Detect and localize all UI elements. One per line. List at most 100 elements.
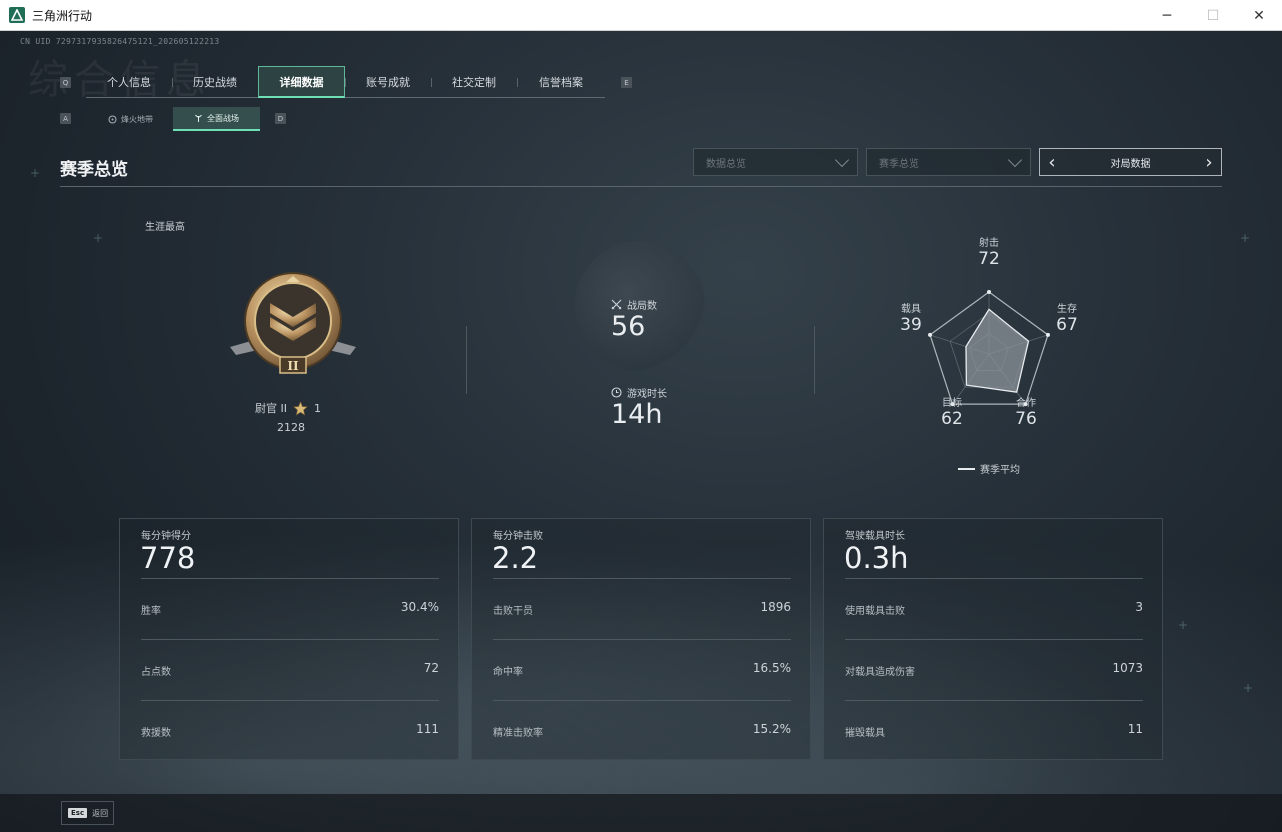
- pager-label: 对局数据: [1110, 158, 1151, 170]
- card-row: 胜率 30.4%: [141, 578, 439, 639]
- decor-plus-icon: +: [1178, 618, 1189, 632]
- bottom-bar: Esc 返回: [0, 794, 1282, 832]
- radar-label-survival: 生存: [1057, 304, 1077, 315]
- row-value: 15.2%: [752, 722, 791, 736]
- matches-value: 56: [611, 311, 646, 342]
- rank-badge-icon: II: [230, 272, 356, 374]
- playtime-label-text: 游戏时长: [627, 389, 667, 400]
- vertical-divider: [466, 326, 467, 394]
- data-pager: ‹ 对局数据 ›: [1039, 148, 1222, 176]
- matches-label-text: 战局数: [627, 301, 657, 312]
- stat-card-vehicle: 驾驶载具时长 0.3h 使用载具击败 3 对载具造成伤害 1073 摧毁载具 11: [823, 518, 1163, 760]
- card-title: 每分钟击败: [493, 531, 543, 542]
- card-row: 对载具造成伤害 1073: [845, 639, 1143, 700]
- chevron-down-icon: [834, 152, 850, 168]
- crossed-swords-icon: [611, 299, 622, 310]
- card-row: 精准击败率 15.2%: [493, 700, 791, 761]
- game-viewport: 综合信息 + + + + + CN UID 729731793582647512…: [0, 31, 1282, 832]
- radar-label-teamwork: 合作: [1016, 398, 1036, 409]
- back-button[interactable]: Esc 返回: [61, 801, 114, 825]
- esc-keycap: Esc: [68, 808, 88, 818]
- row-value: 72: [423, 661, 439, 675]
- radar-label-vehicle: 载具: [901, 304, 921, 315]
- header-divider: [60, 186, 1222, 187]
- radar-value-shooting: 72: [978, 249, 1000, 269]
- row-value: 11: [1127, 722, 1143, 736]
- radar-label-objective: 目标: [942, 398, 962, 409]
- playtime-value: 14h: [611, 399, 663, 430]
- row-key: 对载具造成伤害: [845, 667, 915, 678]
- vertical-divider: [814, 326, 815, 394]
- tab-next-key-hint: E: [621, 77, 632, 88]
- row-key: 救援数: [141, 728, 171, 739]
- card-title: 驾驶载具时长: [845, 531, 905, 542]
- stat-card-score: 每分钟得分 778 胜率 30.4% 占点数 72 救援数 111: [119, 518, 459, 760]
- back-button-label: 返回: [92, 808, 109, 818]
- rank-points: 2128: [277, 421, 305, 434]
- tab-prev-key-hint: Q: [60, 77, 71, 88]
- career-best-label: 生涯最高: [145, 222, 185, 233]
- page-title: 赛季总览: [60, 160, 128, 180]
- pager-next-button[interactable]: ›: [1197, 149, 1221, 175]
- subtab-prev-key-hint: A: [60, 113, 71, 124]
- tab-achievements[interactable]: 账号成就: [345, 66, 431, 98]
- radar-value-objective: 62: [941, 409, 963, 429]
- clock-icon: [611, 387, 622, 398]
- tab-personal-info[interactable]: 个人信息: [86, 66, 172, 98]
- decor-plus-icon: +: [30, 166, 41, 180]
- maximize-button[interactable]: ☐: [1190, 0, 1236, 31]
- radar-data-area: [965, 308, 1030, 393]
- app-logo-icon: [9, 7, 25, 23]
- card-title: 每分钟得分: [141, 531, 191, 542]
- main-tab-bar: 个人信息 历史战绩 详细数据 账号成就 社交定制 信誉档案: [86, 66, 605, 98]
- minimize-button[interactable]: ─: [1144, 0, 1190, 31]
- playtime-label: 游戏时长: [611, 385, 667, 400]
- tab-social-custom[interactable]: 社交定制: [431, 66, 517, 98]
- subtab-next-key-hint: D: [275, 113, 286, 124]
- subtab-hazard-zone[interactable]: 烽火地带: [88, 107, 173, 131]
- row-value: 30.4%: [400, 600, 439, 614]
- tab-credit-record[interactable]: 信誉档案: [517, 66, 605, 98]
- card-row: 摧毁载具 11: [845, 700, 1143, 761]
- card-row: 占点数 72: [141, 639, 439, 700]
- row-value: 3: [1135, 600, 1143, 614]
- row-key: 占点数: [141, 667, 171, 678]
- decor-plus-icon: +: [1240, 231, 1251, 245]
- mode-tab-bar: 烽火地带 全面战场: [88, 107, 260, 131]
- close-button[interactable]: ✕: [1236, 0, 1282, 31]
- rank-stars: 1: [314, 401, 321, 415]
- subtab-warfare-label: 全面战场: [207, 113, 239, 123]
- row-value: 1896: [760, 600, 791, 614]
- rank-name: 尉官 II: [255, 402, 287, 415]
- target-icon: [108, 115, 117, 123]
- row-value: 1073: [1112, 661, 1143, 675]
- stat-card-kills: 每分钟击败 2.2 击败干员 1896 命中率 16.5% 精准击败率 15.2%: [471, 518, 811, 760]
- user-uid: CN UID 7297317935826475121_202605122213: [20, 37, 220, 46]
- antenna-icon: [195, 114, 202, 122]
- badge-numeral: II: [287, 359, 299, 373]
- legend-label: 赛季平均: [980, 465, 1020, 476]
- radar-value-survival: 67: [1056, 315, 1078, 335]
- card-row: 命中率 16.5%: [493, 639, 791, 700]
- radar-legend: 赛季平均: [958, 461, 1020, 476]
- card-value: 2.2: [492, 541, 539, 575]
- row-key: 击败干员: [493, 606, 533, 617]
- matches-label: 战局数: [611, 297, 657, 312]
- row-key: 使用载具击败: [845, 606, 905, 617]
- card-row: 使用载具击败 3: [845, 578, 1143, 639]
- row-key: 摧毁载具: [845, 728, 885, 739]
- chevron-down-icon: [1007, 152, 1023, 168]
- tab-match-history[interactable]: 历史战绩: [172, 66, 258, 98]
- subtab-warfare[interactable]: 全面战场: [173, 107, 260, 131]
- row-key: 命中率: [493, 667, 523, 678]
- decor-plus-icon: +: [1243, 681, 1254, 695]
- tab-detailed-data[interactable]: 详细数据: [258, 66, 345, 98]
- pager-prev-button[interactable]: ‹: [1040, 149, 1064, 175]
- data-overview-dropdown[interactable]: 数据总览: [693, 148, 858, 176]
- radar-label-shooting: 射击: [979, 238, 999, 249]
- row-key: 胜率: [141, 606, 161, 617]
- row-value: 111: [416, 722, 439, 736]
- season-dropdown[interactable]: 赛季总览: [866, 148, 1031, 176]
- radar-value-teamwork: 76: [1015, 409, 1037, 429]
- card-row: 救援数 111: [141, 700, 439, 761]
